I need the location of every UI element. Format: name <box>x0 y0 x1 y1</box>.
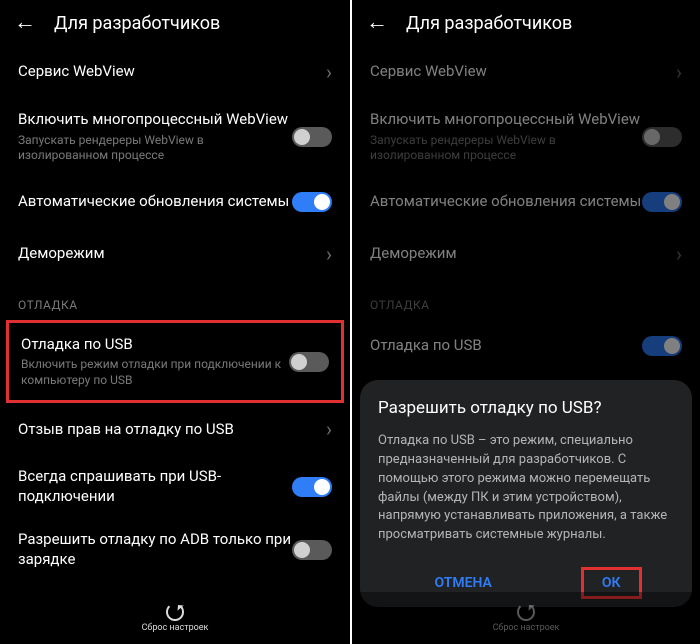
adb-charging-row[interactable]: Разрешить отладку по ADB только при заря… <box>0 518 350 581</box>
header: ← Для разработчиков <box>352 0 700 46</box>
item-label: Автоматические обновления системы <box>370 192 642 212</box>
demo-mode-row[interactable]: Деморежим › <box>352 228 700 280</box>
item-label: Разрешить отладку по ADB только при заря… <box>18 530 292 569</box>
item-label: Отзыв прав на отладку по USB <box>18 420 318 440</box>
usb-debug-highlight: Отладка по USB Включить режим отладки пр… <box>6 320 344 404</box>
multiprocess-webview-row[interactable]: Включить многопроцессный WebView Запуска… <box>352 98 700 176</box>
webview-service-row[interactable]: Сервис WebView › <box>352 46 700 98</box>
item-sublabel: Запускать рендереры WebView в изолирован… <box>18 133 292 164</box>
reset-icon <box>517 603 535 621</box>
webview-service-row[interactable]: Сервис WebView › <box>0 46 350 98</box>
item-label: Автоматические обновления системы <box>18 192 292 212</box>
usb-debug-row[interactable]: Отладка по USB <box>352 320 700 372</box>
always-ask-row[interactable]: Всегда спрашивать при USB-подключении <box>0 455 350 518</box>
settings-list: Сервис WebView › Включить многопроцессны… <box>0 46 350 644</box>
usb-debug-toggle[interactable] <box>289 352 329 372</box>
chevron-right-icon: › <box>668 60 682 84</box>
right-screen: ← Для разработчиков Сервис WebView › Вкл… <box>350 0 700 644</box>
item-label: Отладка по USB <box>21 335 289 355</box>
always-ask-toggle[interactable] <box>292 477 332 497</box>
adb-charging-toggle[interactable] <box>292 540 332 560</box>
auto-updates-toggle[interactable] <box>642 192 682 212</box>
bottom-bar[interactable]: Сброс настроек <box>352 592 700 644</box>
page-title: Для разработчиков <box>406 13 572 34</box>
section-debug-label: ОТЛАДКА <box>352 280 700 320</box>
multiprocess-toggle[interactable] <box>292 127 332 147</box>
multiprocess-toggle[interactable] <box>642 127 682 147</box>
multiprocess-webview-row[interactable]: Включить многопроцессный WebView Запуска… <box>0 98 350 176</box>
dialog-title: Разрешить отладку по USB? <box>378 398 674 418</box>
item-label: Сервис WebView <box>370 62 668 82</box>
item-label: Деморежим <box>18 244 318 264</box>
auto-updates-toggle[interactable] <box>292 192 332 212</box>
chevron-right-icon: › <box>318 242 332 266</box>
item-sublabel: Запускать рендереры WebView в изолирован… <box>370 133 642 164</box>
item-sublabel: Включить режим отладки при подключении к… <box>21 357 289 388</box>
chevron-right-icon: › <box>668 242 682 266</box>
item-label: Сервис WebView <box>18 62 318 82</box>
back-icon[interactable]: ← <box>366 12 388 34</box>
bottom-bar[interactable]: Сброс настроек <box>0 592 350 644</box>
section-debug-label: ОТЛАДКА <box>0 280 350 320</box>
usb-debug-dialog: Разрешить отладку по USB? Отладка по USB… <box>360 380 692 607</box>
usb-debug-row[interactable]: Отладка по USB Включить режим отладки пр… <box>21 331 329 393</box>
left-screen: ← Для разработчиков Сервис WebView › Вкл… <box>0 0 350 644</box>
usb-debug-toggle[interactable] <box>642 336 682 356</box>
header: ← Для разработчиков <box>0 0 350 46</box>
reset-label: Сброс настроек <box>142 623 209 633</box>
item-label: Включить многопроцессный WebView <box>370 110 642 130</box>
dialog-body: Отладка по USB – это режим, специально п… <box>378 432 674 545</box>
item-label: Отладка по USB <box>370 336 642 356</box>
page-title: Для разработчиков <box>54 13 220 34</box>
item-label: Включить многопроцессный WebView <box>18 110 292 130</box>
chevron-right-icon: › <box>318 60 332 84</box>
auto-updates-row[interactable]: Автоматические обновления системы <box>352 176 700 228</box>
auto-updates-row[interactable]: Автоматические обновления системы <box>0 176 350 228</box>
demo-mode-row[interactable]: Деморежим › <box>0 228 350 280</box>
revoke-usb-row[interactable]: Отзыв прав на отладку по USB › <box>0 403 350 455</box>
reset-icon <box>166 603 184 621</box>
item-label: Деморежим <box>370 244 668 264</box>
back-icon[interactable]: ← <box>14 12 36 34</box>
item-label: Всегда спрашивать при USB-подключении <box>18 467 292 506</box>
chevron-right-icon: › <box>318 417 332 441</box>
reset-label: Сброс настроек <box>493 623 560 633</box>
